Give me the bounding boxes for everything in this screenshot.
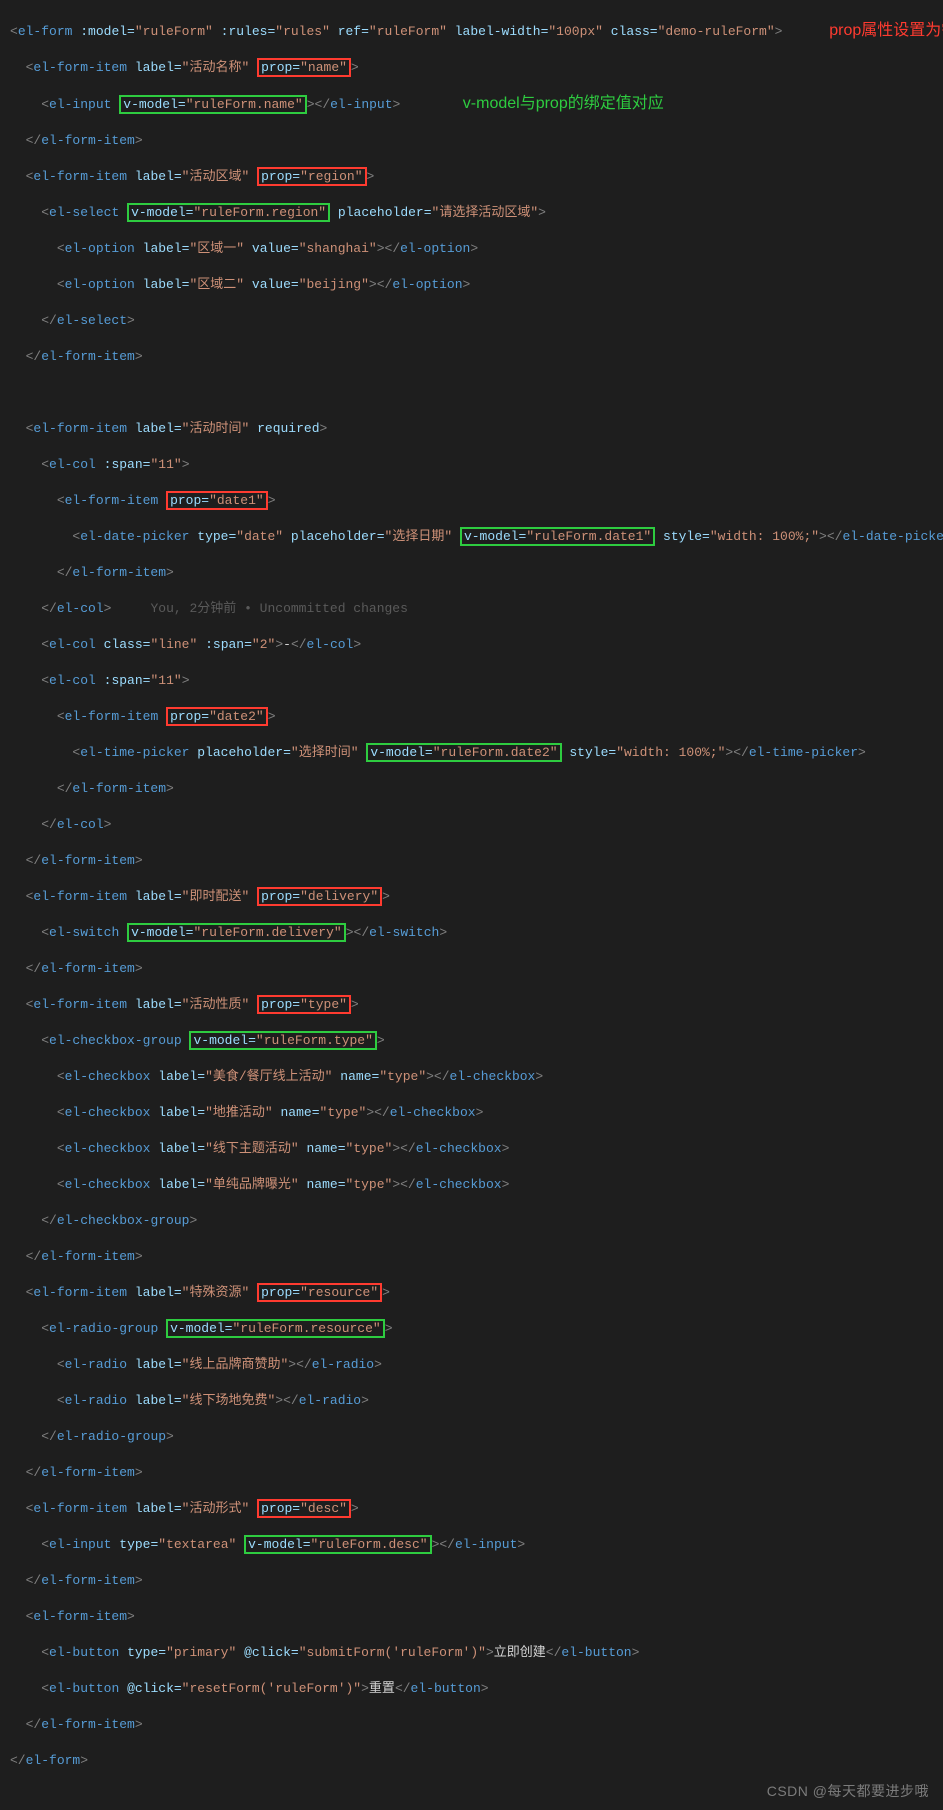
vmodel-desc-box: v-model="ruleForm.desc" [244,1535,431,1554]
code-editor: <el-form :model="ruleForm" :rules="rules… [0,0,943,1810]
annotation-green: v-model与prop的绑定值对应 [463,95,664,112]
prop-name-box: prop="name" [257,58,351,77]
vmodel-type-box: v-model="ruleForm.type" [189,1031,376,1050]
vmodel-region-box: v-model="ruleForm.region" [127,203,330,222]
vmodel-name-box: v-model="ruleForm.name" [119,95,306,114]
prop-desc-box: prop="desc" [257,1499,351,1518]
git-blame-annotation: You, 2分钟前 • Uncommitted changes [150,601,407,616]
vmodel-date1-box: v-model="ruleForm.date1" [460,527,655,546]
vmodel-delivery-box: v-model="ruleForm.delivery" [127,923,346,942]
prop-delivery-box: prop="delivery" [257,887,382,906]
prop-date2-box: prop="date2" [166,707,268,726]
prop-date1-box: prop="date1" [166,491,268,510]
prop-resource-box: prop="resource" [257,1283,382,1302]
watermark: CSDN @每天都要进步哦 [767,1782,929,1800]
vmodel-resource-box: v-model="ruleForm.resource" [166,1319,385,1338]
vmodel-date2-box: v-model="ruleForm.date2" [366,743,561,762]
annotation-red: prop属性设置为需检验的字段名 [829,22,943,39]
prop-region-box: prop="region" [257,167,366,186]
prop-type-box: prop="type" [257,995,351,1014]
